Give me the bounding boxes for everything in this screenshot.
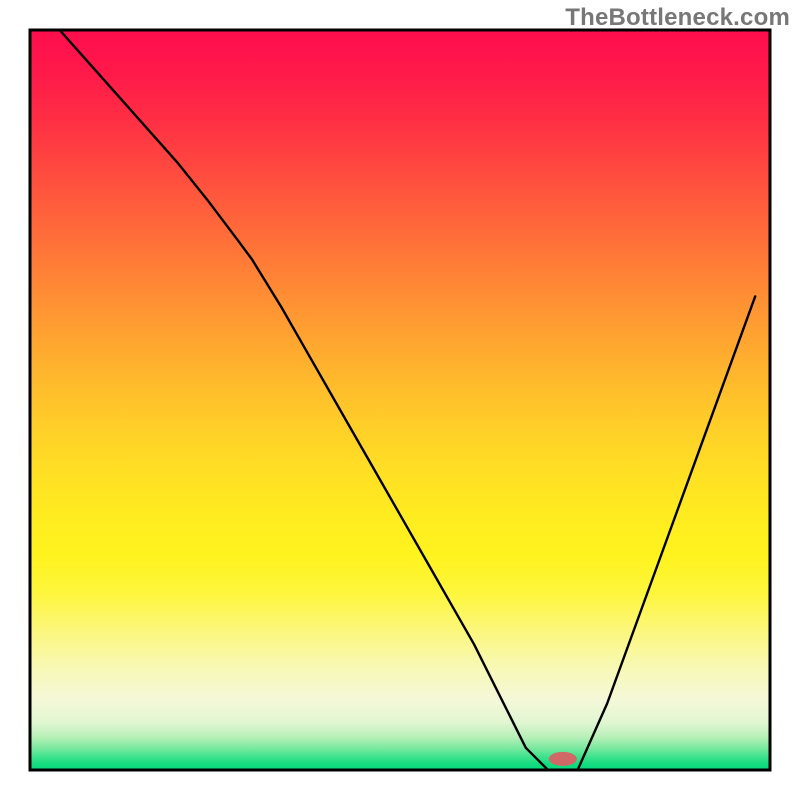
gradient-background (30, 30, 770, 770)
optimal-marker (549, 752, 577, 766)
bottleneck-chart (0, 0, 800, 800)
watermark-text: TheBottleneck.com (565, 4, 790, 32)
plot-area (30, 30, 770, 770)
chart-container: TheBottleneck.com (0, 0, 800, 800)
